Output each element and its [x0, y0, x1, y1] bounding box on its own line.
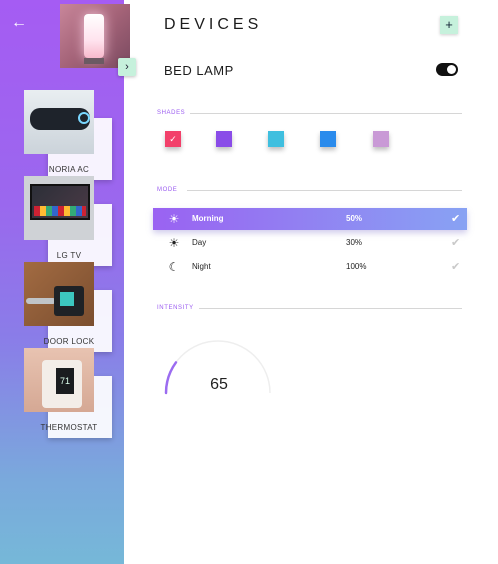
toggle-knob	[447, 65, 456, 74]
door-lock-photo	[24, 262, 94, 326]
section-divider	[190, 113, 462, 114]
device-card-thermostat[interactable]: 71 THERMOSTAT	[24, 348, 112, 438]
page-title: DEVICES	[164, 16, 263, 33]
thermostat-screen: 71	[56, 368, 74, 394]
ac-unit-shape	[30, 108, 90, 130]
device-card-label: LG TV	[56, 251, 82, 260]
device-card-noria-ac[interactable]: NORIA AC	[24, 90, 112, 180]
sun-icon: ☀	[168, 236, 180, 250]
device-card-lg-tv[interactable]: LG TV	[24, 176, 112, 266]
shade-swatch-purple[interactable]	[216, 131, 232, 147]
mode-value: 100%	[346, 262, 367, 271]
device-card-label: THERMOSTAT	[40, 423, 98, 432]
mode-value: 50%	[346, 214, 363, 223]
mode-value: 30%	[346, 238, 363, 247]
thermostat-photo: 71	[24, 348, 94, 412]
lock-handle-shape	[26, 298, 56, 304]
shade-swatch-red[interactable]: ✓	[165, 131, 181, 147]
tv-tiles-shape	[34, 206, 86, 216]
shade-swatch-blue[interactable]	[320, 131, 336, 147]
ac-ring-shape	[78, 112, 90, 124]
device-card-label: NORIA AC	[48, 165, 90, 174]
mode-name: Day	[192, 238, 207, 247]
device-card-label: DOOR LOCK	[43, 337, 95, 346]
lock-screen-shape	[60, 292, 74, 306]
back-arrow-icon[interactable]: ←	[10, 14, 28, 32]
mode-section-label: MODE	[157, 187, 178, 193]
intensity-value: 65	[210, 376, 228, 393]
tv-photo	[24, 176, 94, 240]
lamp-base-shape	[84, 58, 104, 64]
mode-row-night[interactable]: ☾ Night 100% ✔	[153, 256, 467, 278]
shade-swatch-lilac[interactable]	[373, 131, 389, 147]
add-device-button[interactable]: +	[440, 16, 458, 34]
section-divider	[199, 308, 462, 309]
device-card-door-lock[interactable]: DOOR LOCK	[24, 262, 112, 352]
mode-name: Night	[192, 262, 211, 271]
intensity-section-label: INTENSITY	[157, 305, 194, 311]
sunrise-icon: ☀	[168, 212, 180, 226]
lamp-body-shape	[84, 14, 104, 58]
mode-name: Morning	[192, 214, 224, 223]
device-sidebar: ← NORIA AC LG TV DOOR LOCK 71 THERMOSTAT	[0, 0, 124, 564]
checkmark-icon: ✔	[451, 237, 461, 249]
section-divider	[187, 190, 462, 191]
checkmark-icon: ✔	[451, 213, 461, 225]
selected-device-name: BED LAMP	[164, 63, 234, 78]
power-toggle[interactable]	[436, 63, 458, 76]
ac-photo	[24, 90, 94, 154]
moon-icon: ☾	[168, 260, 180, 274]
shade-check-icon: ✓	[169, 134, 177, 144]
dial-fill-arc	[164, 361, 178, 395]
mode-row-day[interactable]: ☀ Day 30% ✔	[153, 232, 467, 254]
expand-chevron-button[interactable]: ›	[118, 58, 136, 76]
mode-row-morning[interactable]: ☀ Morning 50% ✔	[153, 208, 467, 230]
shade-swatch-cyan[interactable]	[268, 131, 284, 147]
checkmark-icon: ✔	[451, 261, 461, 273]
shades-section-label: SHADES	[157, 110, 186, 116]
